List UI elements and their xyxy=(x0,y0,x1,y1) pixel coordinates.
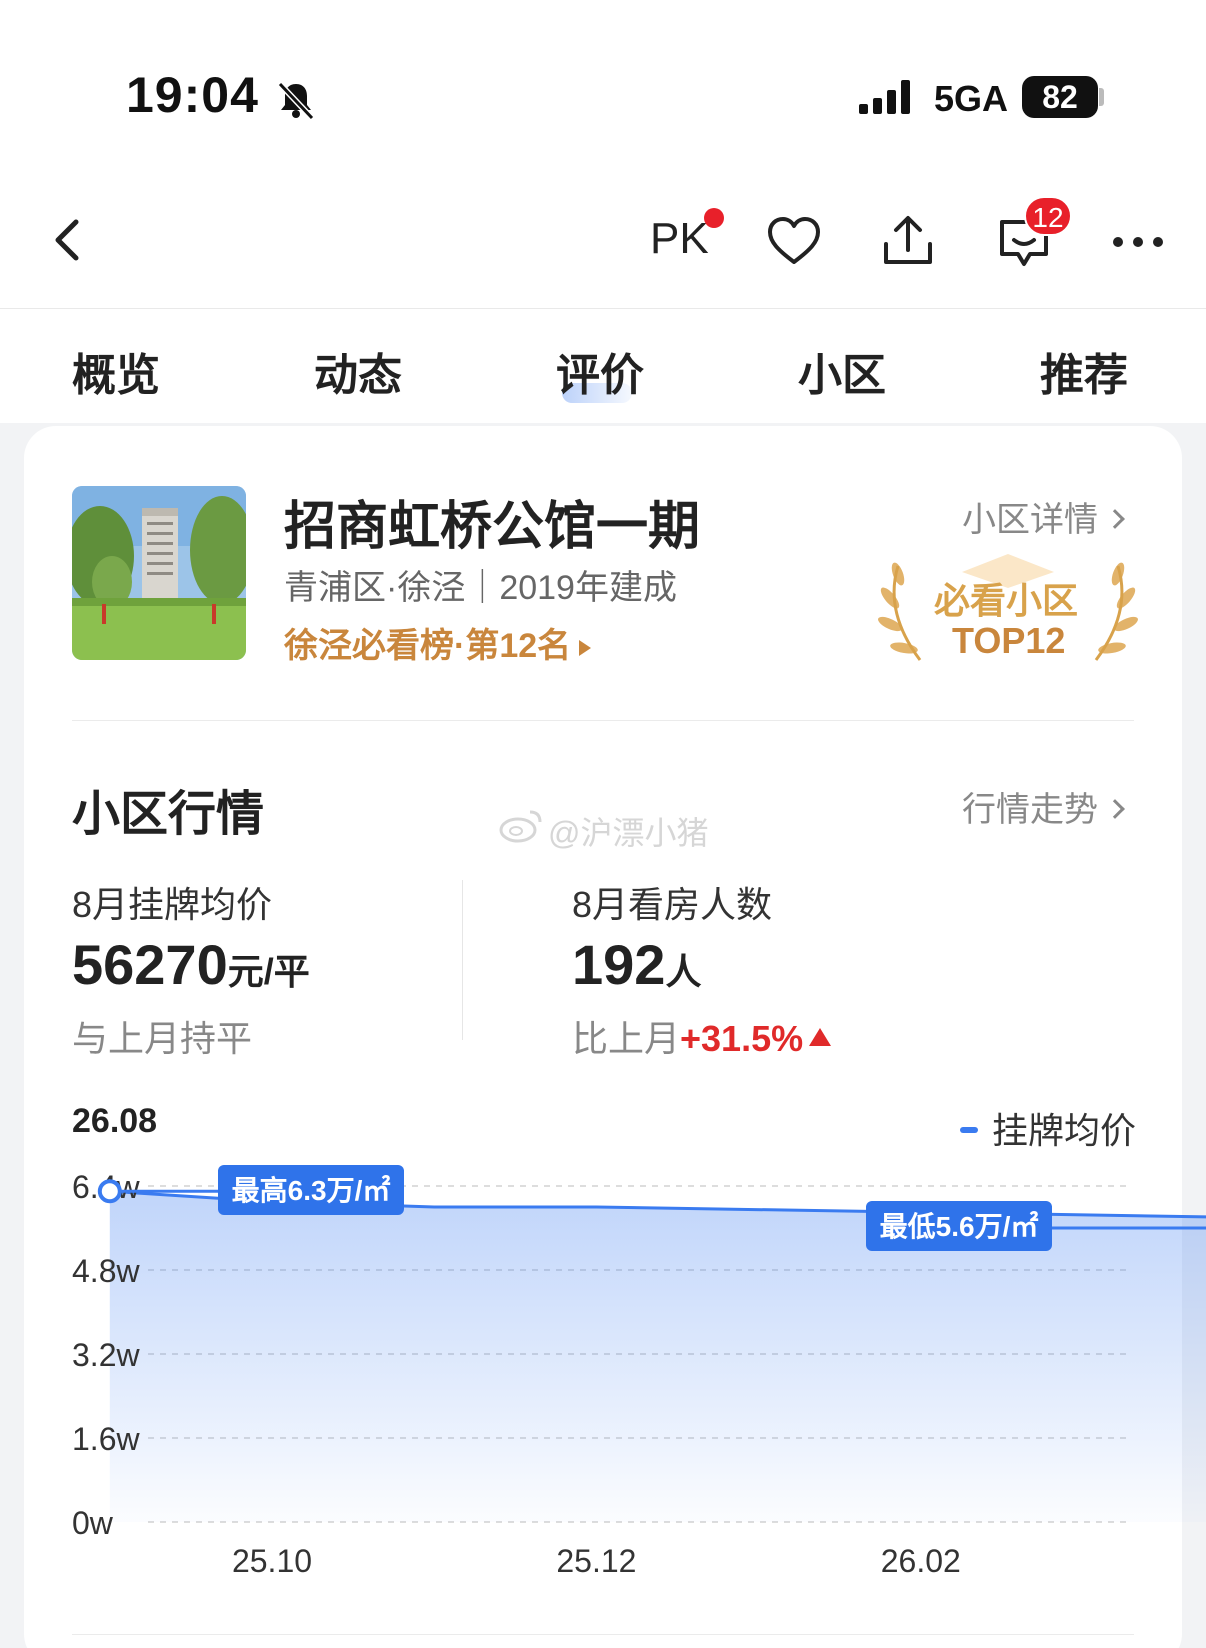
chevron-right-icon xyxy=(1105,509,1125,529)
listing-price-compare: 与上月持平 xyxy=(72,1018,253,1059)
trend-link-label: 行情走势 xyxy=(962,791,1098,829)
community-photo[interactable] xyxy=(72,486,246,660)
visitors-change: +31.5% xyxy=(680,1018,804,1059)
listing-price-unit: 元/平 xyxy=(227,951,310,992)
ellipsis-icon[interactable] xyxy=(1108,212,1168,272)
tab-community[interactable]: 小区 xyxy=(798,339,886,403)
tab-overview[interactable]: 概览 xyxy=(72,339,160,403)
up-triangle-icon xyxy=(809,1028,832,1047)
bell-slash-icon xyxy=(277,81,315,121)
listing-price-label: 8月挂牌均价 xyxy=(72,884,273,925)
community-name: 招商虹桥公馆一期 xyxy=(284,498,701,556)
market-section-title: 小区行情 xyxy=(72,788,265,841)
community-details-link[interactable]: 小区详情 xyxy=(962,492,1125,541)
back-button[interactable] xyxy=(44,210,94,270)
stats-divider xyxy=(462,880,463,1040)
rank-link-label: 徐泾必看榜·第12名 xyxy=(284,627,572,665)
watermark: @沪漂小猪 xyxy=(548,815,709,851)
weibo-logo-icon xyxy=(499,810,542,843)
visitors-compare: 比上月+31.5% xyxy=(572,1010,832,1062)
tab-updates[interactable]: 动态 xyxy=(314,339,402,403)
pk-button[interactable]: PK xyxy=(650,214,709,264)
market-trend-link[interactable]: 行情走势 xyxy=(962,782,1125,831)
chevron-right-icon xyxy=(1105,799,1125,819)
award-rank: TOP12 xyxy=(952,620,1066,661)
visitors-compare-prefix: 比上月 xyxy=(572,1018,681,1059)
message-badge: 12 xyxy=(1024,196,1072,236)
chart-legend: 挂牌均价 xyxy=(960,1102,1136,1154)
chart-current-label: 26.08 xyxy=(72,1102,158,1140)
network-type: 5GA xyxy=(934,78,1009,119)
legend-label: 挂牌均价 xyxy=(992,1110,1137,1151)
listing-price: 56270元/平 xyxy=(72,932,310,997)
legend-swatch xyxy=(960,1127,978,1134)
divider xyxy=(72,720,1134,721)
visitors-unit: 人 xyxy=(665,951,702,992)
rank-link[interactable]: 徐泾必看榜·第12名 xyxy=(284,618,592,667)
heart-icon[interactable] xyxy=(764,212,824,272)
visitors-value: 192 xyxy=(572,933,666,996)
battery-level: 82 xyxy=(1022,76,1098,118)
community-meta: 青浦区·徐泾｜2019年建成 xyxy=(284,569,677,607)
cellular-signal-icon xyxy=(859,80,910,114)
caret-right-icon xyxy=(579,640,592,657)
section-tabs: 概览 动态 评价 小区 推荐 xyxy=(0,308,1206,423)
visitors-count: 192人 xyxy=(572,932,701,997)
pk-notification-dot xyxy=(704,208,724,228)
divider xyxy=(72,1634,1134,1635)
share-upload-icon[interactable] xyxy=(878,212,938,272)
details-link-label: 小区详情 xyxy=(962,501,1098,539)
battery-tip xyxy=(1099,88,1104,106)
tab-recommend[interactable]: 推荐 xyxy=(1040,339,1128,403)
status-time: 19:04 xyxy=(126,67,259,123)
listing-price-value: 56270 xyxy=(72,933,228,996)
tab-reviews[interactable]: 评价 xyxy=(556,339,644,403)
award-title: 必看小区 xyxy=(934,580,1079,621)
visitors-label: 8月看房人数 xyxy=(572,884,773,925)
